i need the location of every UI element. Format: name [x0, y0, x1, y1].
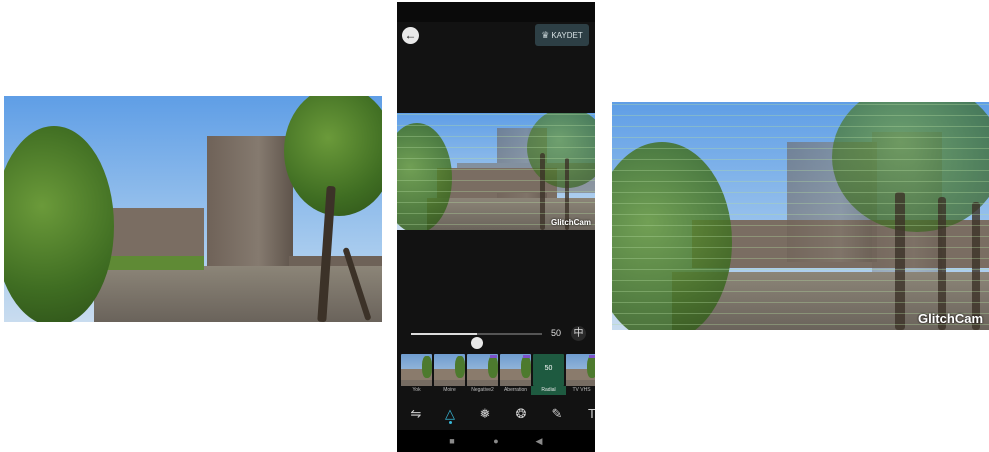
- original-photo: [4, 96, 382, 322]
- save-label: KAYDET: [551, 31, 583, 40]
- premium-badge-icon: [490, 355, 497, 358]
- slider-thumb[interactable]: [470, 337, 483, 349]
- filter-thumbnail: [500, 354, 531, 386]
- filter-label: Aberration: [503, 387, 528, 393]
- glitch-streaks: [397, 113, 595, 230]
- circle-icon[interactable]: ●: [489, 434, 503, 448]
- premium-badge-icon: [589, 355, 595, 358]
- active-tool-indicator: [449, 421, 452, 424]
- filter-thumbnail: [566, 354, 595, 386]
- filter-item[interactable]: Aberration: [500, 354, 531, 396]
- glitch-streaks: [612, 102, 989, 330]
- filter-label: TV VHS: [572, 387, 591, 393]
- phone-screen: ← ♛ KAYDET GlitchCam 50 中 Yok Moire Negativ…: [397, 2, 595, 452]
- filter-item[interactable]: TV VHS: [566, 354, 595, 396]
- filter-label: Moire: [443, 387, 456, 393]
- filter-label: Negative2: [471, 387, 494, 393]
- intensity-slider-row: 50 中: [397, 324, 595, 349]
- filter-item[interactable]: Moire: [434, 354, 465, 396]
- save-button[interactable]: ♛ KAYDET: [535, 24, 589, 46]
- brush-icon[interactable]: ✎: [547, 404, 567, 424]
- filter-item[interactable]: Negative2: [467, 354, 498, 396]
- tool-bar: ⇋ △ ❅ ❂ ✎ T: [397, 402, 595, 428]
- watermark: GlitchCam: [550, 218, 591, 227]
- photo-tower: [207, 136, 293, 271]
- adjust-sliders-icon[interactable]: ⇋: [406, 404, 426, 424]
- square-icon[interactable]: ■: [445, 434, 459, 448]
- premium-badge-icon: [523, 355, 530, 358]
- glitched-photo: GlitchCam: [612, 102, 989, 330]
- filter-label: Radial: [531, 386, 566, 395]
- text-icon[interactable]: T: [582, 404, 595, 424]
- filter-thumbnail: [434, 354, 465, 386]
- slider-value: 50: [551, 328, 562, 338]
- filter-thumbnail: 50: [533, 354, 564, 386]
- filter-thumbnail: [467, 354, 498, 386]
- split-compare-icon[interactable]: 中: [571, 326, 586, 341]
- intensity-slider[interactable]: [411, 333, 542, 349]
- photo-grass: [104, 256, 204, 270]
- filter-thumbnail: [401, 354, 432, 386]
- filter-label: Yok: [412, 387, 421, 393]
- arrow-left-icon: ←: [404, 28, 417, 42]
- triangle-back-icon[interactable]: ◀: [532, 434, 546, 448]
- watermark: GlitchCam: [917, 311, 983, 326]
- filter-strip: Yok Moire Negative2 Aberration 50 Radial TV VH…: [401, 354, 595, 396]
- filter-item[interactable]: Yok: [401, 354, 432, 396]
- app-bar: ← ♛ KAYDET: [397, 22, 595, 50]
- crown-icon: ♛: [541, 30, 550, 40]
- glitch-preview[interactable]: GlitchCam: [397, 113, 595, 230]
- back-button[interactable]: ←: [402, 27, 419, 44]
- filter-item[interactable]: 50 Radial: [531, 354, 566, 396]
- status-bar: [397, 2, 595, 22]
- slider-fill: [411, 333, 477, 335]
- filter-value: 50: [544, 365, 553, 372]
- photo-rocks: [94, 266, 382, 322]
- aperture-icon[interactable]: ❂: [511, 404, 531, 424]
- system-nav-bar: ■ ● ◀: [397, 430, 595, 452]
- color-circles-icon[interactable]: ❅: [475, 404, 495, 424]
